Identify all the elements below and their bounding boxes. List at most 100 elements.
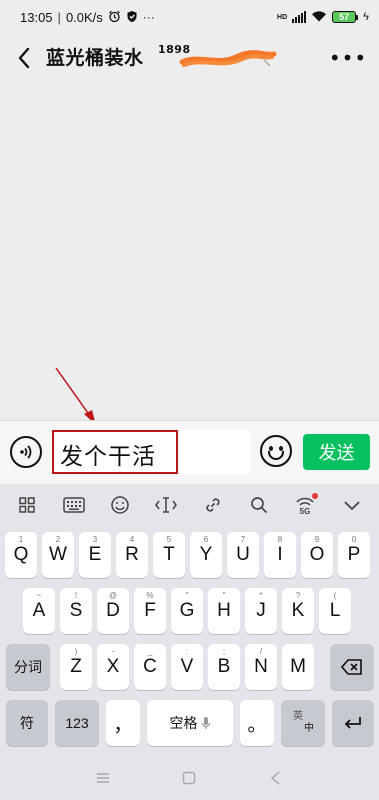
menu-icon[interactable] — [96, 772, 110, 788]
number-key[interactable]: 123 — [55, 700, 99, 746]
key-hint: 8 — [277, 535, 283, 544]
space-label: 空格 — [169, 715, 198, 731]
key-w[interactable]: 2W — [42, 532, 74, 578]
network-speed: 0.0K/s — [65, 9, 103, 25]
link-icon[interactable] — [198, 490, 228, 520]
key-k[interactable]: ? K — [282, 588, 314, 634]
key-hint: ? — [295, 591, 301, 600]
annotation-arrow — [55, 367, 95, 420]
key-label: D — [106, 600, 120, 621]
key-label: Z — [70, 656, 82, 677]
home-icon[interactable] — [182, 771, 196, 789]
send-button[interactable]: 发送 — [303, 434, 370, 470]
battery-icon: 57 — [332, 11, 359, 23]
chat-message-area[interactable] — [0, 82, 379, 420]
emoji-button[interactable] — [260, 435, 292, 467]
key-hint: - — [111, 647, 115, 656]
key-u[interactable]: 7U — [227, 532, 259, 578]
back-button[interactable] — [12, 45, 36, 71]
key-label: A — [32, 600, 46, 621]
comma-key[interactable]: ， — [106, 700, 140, 746]
key-label: C — [143, 656, 157, 677]
language-switch-key[interactable]: 英 中 — [281, 700, 325, 746]
key-label: M — [290, 656, 306, 677]
key-hint: 6 — [203, 535, 209, 544]
more-options-button[interactable]: ••• — [329, 46, 366, 70]
key-z[interactable]: ) Z — [60, 644, 92, 690]
key-q[interactable]: 1Q — [5, 532, 37, 578]
key-hint: : — [185, 647, 189, 656]
key-label: E — [88, 544, 102, 565]
key-r[interactable]: 4R — [116, 532, 148, 578]
chat-title: 蓝光桶装水 — [46, 47, 144, 69]
composer-bar: 发个干活 发送 — [0, 420, 379, 484]
key-m[interactable]: M — [282, 644, 314, 690]
key-i[interactable]: 8I — [264, 532, 296, 578]
voice-button[interactable] — [10, 436, 42, 468]
key-label: U — [236, 544, 250, 565]
key-g[interactable]: " G — [171, 588, 203, 634]
key-hint: / — [259, 647, 263, 656]
key-d[interactable]: @ D — [97, 588, 129, 634]
key-y[interactable]: 6Y — [190, 532, 222, 578]
key-hint: 2 — [55, 535, 61, 544]
5g-icon[interactable]: 5G — [290, 490, 320, 520]
key-c[interactable]: _ C — [134, 644, 166, 690]
key-b[interactable]: ; B — [208, 644, 240, 690]
key-label: R — [125, 544, 139, 565]
keyboard-toolbar: 5G — [0, 484, 379, 526]
period-key[interactable]: 。 — [240, 700, 274, 746]
key-h[interactable]: " H — [208, 588, 240, 634]
search-icon[interactable] — [244, 490, 274, 520]
key-hint: % — [146, 591, 154, 600]
grid-icon[interactable] — [12, 490, 42, 520]
ime-keyboard: 5G 1 Q 2 W 3 E 4 R 5 T 6 Y 7 U 8 I 9 O 0 P ~ A! S @ D% F " G " H * J? K(… — [0, 484, 379, 800]
key-f[interactable]: % F — [134, 588, 166, 634]
key-hint: ( — [333, 591, 337, 600]
key-j[interactable]: * J — [245, 588, 277, 634]
key-label: O — [309, 544, 325, 565]
symbol-key[interactable]: 符 — [6, 700, 48, 746]
more-dots-icon: ··· — [142, 10, 155, 24]
key-label: G — [179, 600, 195, 621]
redaction-scribble — [179, 50, 277, 67]
key-l[interactable]: (L — [319, 588, 351, 634]
key-label: K — [291, 600, 305, 621]
segment-key[interactable]: 分词 — [6, 644, 50, 690]
key-s[interactable]: ! S — [60, 588, 92, 634]
key-label: T — [163, 544, 175, 565]
key-v[interactable]: :V — [171, 644, 203, 690]
key-hint: 3 — [92, 535, 98, 544]
emoji-face-icon[interactable] — [105, 490, 135, 520]
key-hint: ! — [74, 591, 78, 600]
key-n[interactable]: / N — [245, 644, 277, 690]
key-t[interactable]: 5T — [153, 532, 185, 578]
key-label: J — [256, 600, 266, 621]
key-p[interactable]: 0P — [338, 532, 370, 578]
enter-key[interactable] — [332, 700, 374, 746]
status-bar: 13:05 | 0.0K/s ··· HD 57 ϟ — [20, 9, 369, 25]
back-icon[interactable] — [269, 771, 283, 789]
cursor-icon[interactable] — [151, 490, 181, 520]
key-hint: _ — [147, 647, 153, 656]
backspace-key[interactable] — [330, 644, 374, 690]
chevron-down-icon[interactable] — [337, 490, 367, 520]
key-label: Q — [13, 544, 29, 565]
keyboard-icon[interactable] — [59, 490, 89, 520]
key-o[interactable]: 9O — [301, 532, 333, 578]
key-label: N — [254, 656, 268, 677]
key-label: I — [277, 544, 283, 565]
lang-top-label: 英 — [293, 711, 303, 722]
chat-header: 蓝光桶装水 1898 ••• — [0, 34, 379, 82]
key-hint: ) — [74, 647, 78, 656]
charging-icon: ϟ — [363, 11, 369, 23]
key-a[interactable]: ~ A — [23, 588, 55, 634]
key-hint: 7 — [240, 535, 246, 544]
mic-icon — [201, 717, 210, 729]
key-x[interactable]: -X — [97, 644, 129, 690]
key-label: P — [347, 544, 361, 565]
system-nav-bar — [0, 760, 379, 800]
key-e[interactable]: 3E — [79, 532, 111, 578]
space-key[interactable]: 空格 — [147, 700, 233, 746]
key-label: L — [329, 600, 341, 621]
